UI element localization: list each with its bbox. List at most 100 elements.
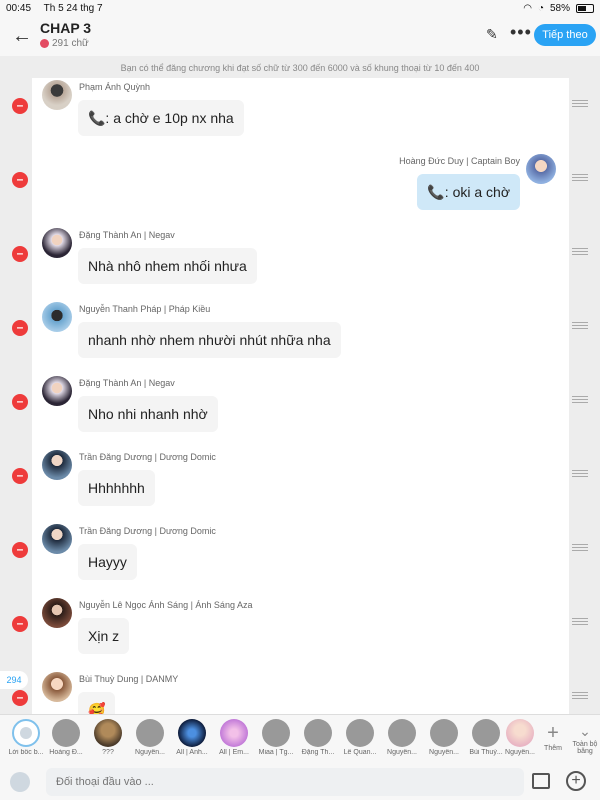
message-item[interactable]: – Phạm Ánh Quỳnh 📞: a chờ e 10p nx nha	[0, 78, 600, 152]
message-item[interactable]: – Hoàng Đức Duy | Captain Boy 📞: oki a c…	[0, 152, 600, 226]
character-item[interactable]: Hoàng Đ...	[46, 719, 86, 756]
drag-handle-icon[interactable]	[572, 470, 588, 477]
character-name: Nguyễn Thanh Pháp | Pháp Kiều	[79, 304, 211, 314]
back-arrow-icon[interactable]: ←	[10, 24, 34, 48]
notice-text: Bạn có thể đăng chương khi đạt số chữ từ…	[120, 63, 480, 73]
message-bubble[interactable]: 📞: a chờ e 10p nx nha	[78, 100, 244, 136]
drag-handle-icon[interactable]	[572, 322, 588, 329]
avatar	[262, 719, 290, 747]
character-item[interactable]: Nguyễn...	[424, 719, 464, 756]
avatar	[430, 719, 458, 747]
pencil-icon	[40, 39, 49, 48]
delete-icon[interactable]: –	[12, 246, 28, 262]
message-item[interactable]: – Bùi Thuỳ Dung | DANMY 🥰	[0, 670, 600, 714]
delete-icon[interactable]: –	[12, 320, 28, 336]
drag-handle-icon[interactable]	[572, 100, 588, 107]
message-bubble[interactable]: 🥰	[78, 692, 116, 714]
character-name: Hoàng Đức Duy | Captain Boy	[399, 156, 520, 166]
character-item[interactable]: Đặng Th...	[298, 719, 338, 756]
avatar	[506, 719, 534, 747]
status-date: Th 5 24 thg 7	[43, 2, 103, 14]
character-item[interactable]: ???	[88, 719, 128, 756]
message-item[interactable]: – Nguyễn Lê Ngọc Ánh Sáng | Ánh Sáng Aza…	[0, 596, 600, 670]
add-character-button[interactable]: + Thêm	[538, 721, 568, 752]
character-item[interactable]: Nguyễn...	[382, 719, 422, 756]
message-bubble[interactable]: nhanh nhờ nhem nhười nhút nhữa nha	[78, 322, 341, 358]
character-item[interactable]: Miaa | Tg...	[256, 719, 296, 756]
avatar	[526, 154, 556, 184]
character-item[interactable]: Lê Quan...	[340, 719, 380, 756]
alarm-icon: ◔	[537, 2, 544, 14]
drag-handle-icon[interactable]	[572, 396, 588, 403]
more-icon[interactable]: •••	[510, 22, 532, 43]
narrator-toggle-icon[interactable]	[10, 772, 30, 792]
drag-handle-icon[interactable]	[572, 618, 588, 625]
message-bubble[interactable]: Xịn z	[78, 618, 130, 654]
chapter-header: ← CHAP 3 291 chữ ✎ ••• Tiếp theo	[0, 16, 600, 56]
character-name: Trần Đăng Dương | Dương Domic	[79, 452, 216, 462]
continue-button[interactable]: Tiếp theo	[534, 24, 596, 46]
battery-percent: 58%	[549, 2, 570, 14]
frame-counter: 294	[0, 671, 28, 689]
avatar	[52, 719, 80, 747]
delete-icon[interactable]: –	[12, 542, 28, 558]
drag-handle-icon[interactable]	[572, 248, 588, 255]
character-name: Trần Đăng Dương | Dương Domic	[79, 526, 216, 536]
avatar	[346, 719, 374, 747]
drag-handle-icon[interactable]	[572, 692, 588, 699]
edit-icon[interactable]: ✎	[486, 26, 498, 43]
delete-icon[interactable]: –	[12, 98, 28, 114]
message-item[interactable]: – Đặng Thành An | Negav Nho nhi nhanh nh…	[0, 374, 600, 448]
avatar	[220, 719, 248, 747]
message-bubble[interactable]: Nhà nhô nhem nhối nhưa	[78, 248, 257, 284]
character-item[interactable]: Nguyễn...	[500, 719, 540, 756]
avatar	[94, 719, 122, 747]
avatar	[42, 302, 72, 332]
character-item[interactable]: Nguyễn...	[130, 719, 170, 756]
word-count: 291 chữ	[40, 38, 89, 49]
character-narrator[interactable]: Lời bốc b...	[6, 719, 46, 756]
avatar	[388, 719, 416, 747]
message-bubble[interactable]: Hhhhhhh	[78, 470, 155, 506]
character-name: Nguyễn Lê Ngọc Ánh Sáng | Ánh Sáng Aza	[79, 600, 253, 610]
avatar	[42, 228, 72, 258]
delete-icon[interactable]: –	[12, 468, 28, 484]
delete-icon[interactable]: –	[12, 616, 28, 632]
delete-icon[interactable]: –	[12, 172, 28, 188]
all-characters-button[interactable]: ⌄ Toàn bộ băng	[570, 721, 600, 755]
avatar	[178, 719, 206, 747]
avatar	[42, 598, 72, 628]
word-count-label: 291 chữ	[52, 38, 89, 49]
status-time: 00:45	[6, 2, 32, 14]
message-item[interactable]: – Trần Đăng Dương | Dương Domic Hhhhhhh	[0, 448, 600, 522]
avatar	[472, 719, 500, 747]
status-bar: 00:45 Th 5 24 thg 7 ◠ ◔ 58%	[0, 0, 600, 16]
avatar	[136, 719, 164, 747]
character-name: Bùi Thuỳ Dung | DANMY	[79, 674, 179, 684]
battery-icon	[576, 3, 594, 13]
delete-icon[interactable]: –	[12, 394, 28, 410]
message-item[interactable]: – Nguyễn Thanh Pháp | Pháp Kiều nhanh nh…	[0, 300, 600, 374]
drag-handle-icon[interactable]	[572, 174, 588, 181]
plus-icon: +	[547, 722, 559, 744]
wifi-icon: ◠	[523, 2, 532, 14]
chevron-down-icon: ⌄	[579, 723, 591, 739]
message-bubble[interactable]: Nho nhi nhanh nhờ	[78, 396, 218, 432]
character-name: Đặng Thành An | Negav	[79, 378, 175, 388]
avatar	[304, 719, 332, 747]
character-item[interactable]: All | Em...	[214, 719, 254, 756]
image-icon[interactable]	[532, 773, 550, 789]
add-circle-icon[interactable]: +	[566, 771, 586, 791]
message-bubble[interactable]: Hayyy	[78, 544, 137, 580]
message-bubble[interactable]: 📞: oki a chờ	[417, 174, 520, 210]
avatar	[42, 376, 72, 406]
avatar	[42, 672, 72, 702]
message-item[interactable]: – Trần Đăng Dương | Dương Domic Hayyy	[0, 522, 600, 596]
dialogue-input[interactable]	[46, 768, 524, 796]
character-item[interactable]: All | Anh...	[172, 719, 212, 756]
avatar	[42, 450, 72, 480]
drag-handle-icon[interactable]	[572, 544, 588, 551]
message-item[interactable]: – Đặng Thành An | Negav Nhà nhô nhem nhố…	[0, 226, 600, 300]
delete-icon[interactable]: –	[12, 690, 28, 706]
avatar	[42, 524, 72, 554]
